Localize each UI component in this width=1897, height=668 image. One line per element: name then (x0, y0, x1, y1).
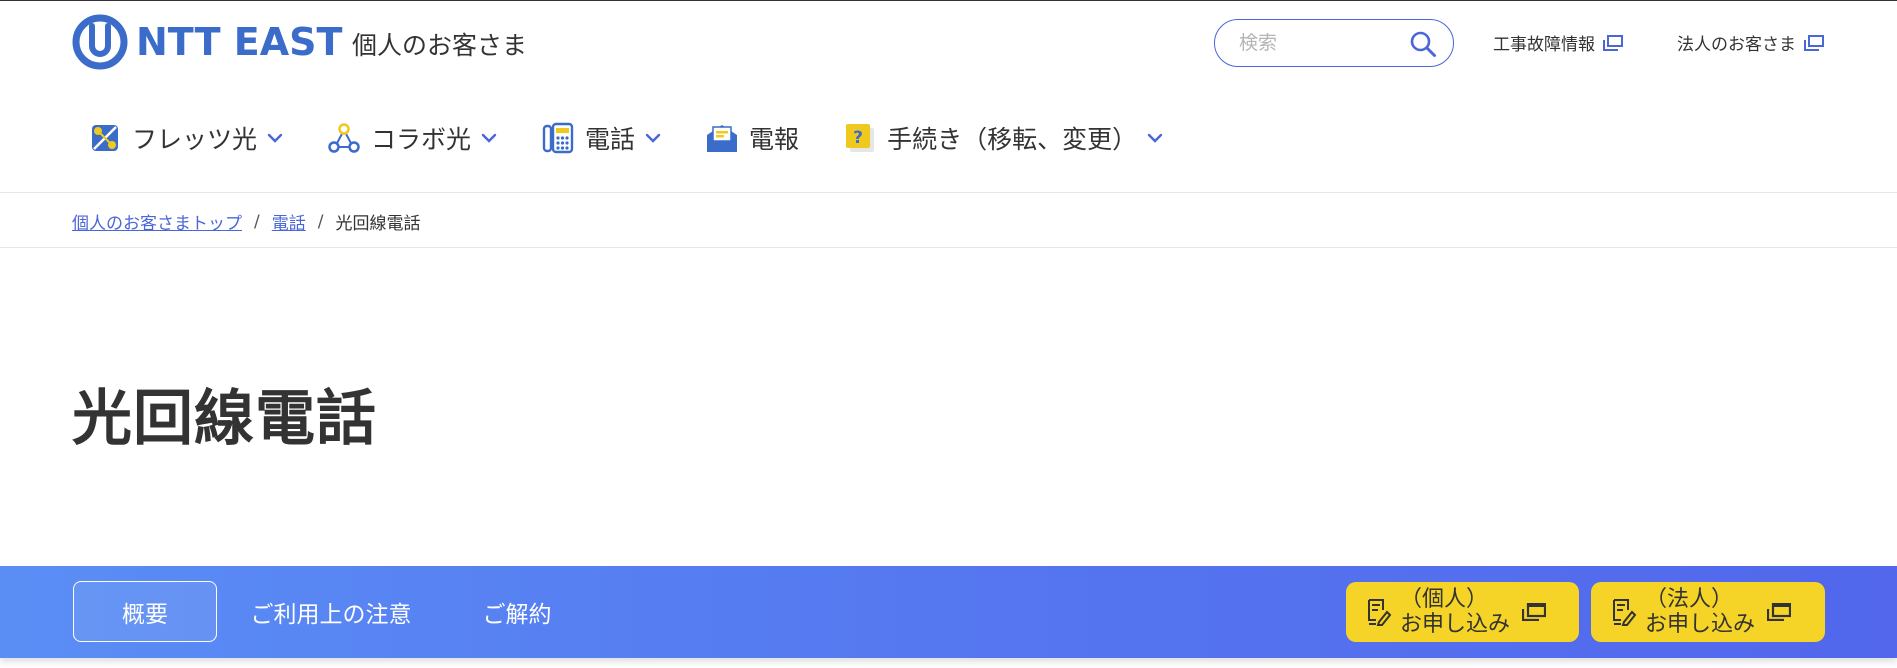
divider (0, 192, 1897, 193)
apply-type: （法人） (1645, 587, 1734, 612)
search-icon[interactable] (1409, 30, 1437, 58)
tab-label: 概要 (122, 601, 168, 628)
nav-item-telegram[interactable]: 電報 (705, 108, 799, 168)
form-pen-icon (1368, 599, 1392, 626)
tab-label: ご利用上の注意 (250, 601, 412, 628)
page-title: 光回線電話 (72, 384, 377, 454)
brand-name: NTT EAST (136, 20, 343, 64)
tab-usage-notes[interactable]: ご利用上の注意 (243, 581, 419, 642)
breadcrumb-separator: / (254, 211, 260, 232)
construction-info-link[interactable]: 工事故障情報 (1493, 30, 1623, 55)
apply-label: お申し込み (1645, 612, 1756, 637)
breadcrumb-separator: / (317, 211, 324, 232)
collab-icon (328, 123, 360, 153)
form-pen-icon (1613, 599, 1637, 626)
breadcrumb-current: 光回線電話 (335, 214, 421, 234)
brand-sub: 個人のお客さま (352, 31, 528, 60)
global-nav: フレッツ光 コラボ光 電話 電報 ? 手続き（移転、変更） (72, 108, 1207, 168)
external-window-icon (1804, 34, 1824, 51)
breadcrumb: 個人のお客さまトップ / 電話 / 光回線電話 (72, 209, 421, 235)
page-subnav-bar: 概要 ご利用上の注意 ご解約 （個人） お申し込み （法人） お申し込み (0, 566, 1897, 658)
fiber-icon (92, 125, 118, 151)
divider (0, 247, 1897, 248)
nav-label: フレッツ光 (132, 125, 258, 154)
phone-icon (542, 122, 574, 154)
nav-label: 電話 (585, 125, 636, 154)
nav-label: 電報 (749, 125, 800, 154)
chevron-down-icon (645, 133, 661, 143)
apply-type: （個人） (1400, 587, 1489, 612)
site-header: NTT EAST 個人のお客さま 工事故障情報 法人のお客さま (0, 0, 1897, 88)
svg-text:?: ? (853, 128, 863, 148)
apply-button-text: （個人） お申し込み (1400, 587, 1510, 637)
external-window-icon (1767, 603, 1792, 621)
nav-item-phone[interactable]: 電話 (541, 108, 661, 168)
chevron-down-icon (481, 133, 497, 143)
nav-label: 手続き（移転、変更） (887, 125, 1138, 154)
nav-item-collabo[interactable]: コラボ光 (327, 108, 497, 168)
tab-overview[interactable]: 概要 (73, 581, 217, 642)
procedure-icon: ? (846, 124, 875, 152)
chevron-down-icon (267, 133, 283, 143)
search-box (1214, 19, 1454, 67)
telegram-icon (707, 125, 738, 152)
apply-label: お申し込み (1400, 612, 1511, 637)
apply-button-text: （法人） お申し込み (1645, 587, 1755, 637)
ntt-east-logo[interactable]: NTT EAST (72, 14, 342, 70)
chevron-down-icon (1147, 133, 1163, 143)
search-input[interactable] (1239, 32, 1419, 54)
external-window-icon (1603, 34, 1623, 51)
nav-item-procedure[interactable]: ? 手続き（移転、変更） (843, 108, 1163, 168)
nav-label: コラボ光 (371, 125, 472, 154)
apply-business-button[interactable]: （法人） お申し込み (1591, 582, 1825, 642)
business-customer-link[interactable]: 法人のお客さま (1677, 30, 1824, 55)
external-window-icon (1522, 603, 1547, 621)
breadcrumb-link-top[interactable]: 個人のお客さまトップ (72, 209, 242, 234)
apply-individual-button[interactable]: （個人） お申し込み (1346, 582, 1579, 642)
construction-info-label: 工事故障情報 (1493, 35, 1595, 55)
business-customer-label: 法人のお客さま (1677, 35, 1796, 55)
breadcrumb-link-phone[interactable]: 電話 (272, 209, 306, 234)
nav-item-flets[interactable]: フレッツ光 (88, 108, 283, 168)
tab-label: ご解約 (482, 601, 552, 628)
ntt-logo-mark-icon (72, 14, 128, 70)
tab-cancellation[interactable]: ご解約 (470, 581, 564, 642)
